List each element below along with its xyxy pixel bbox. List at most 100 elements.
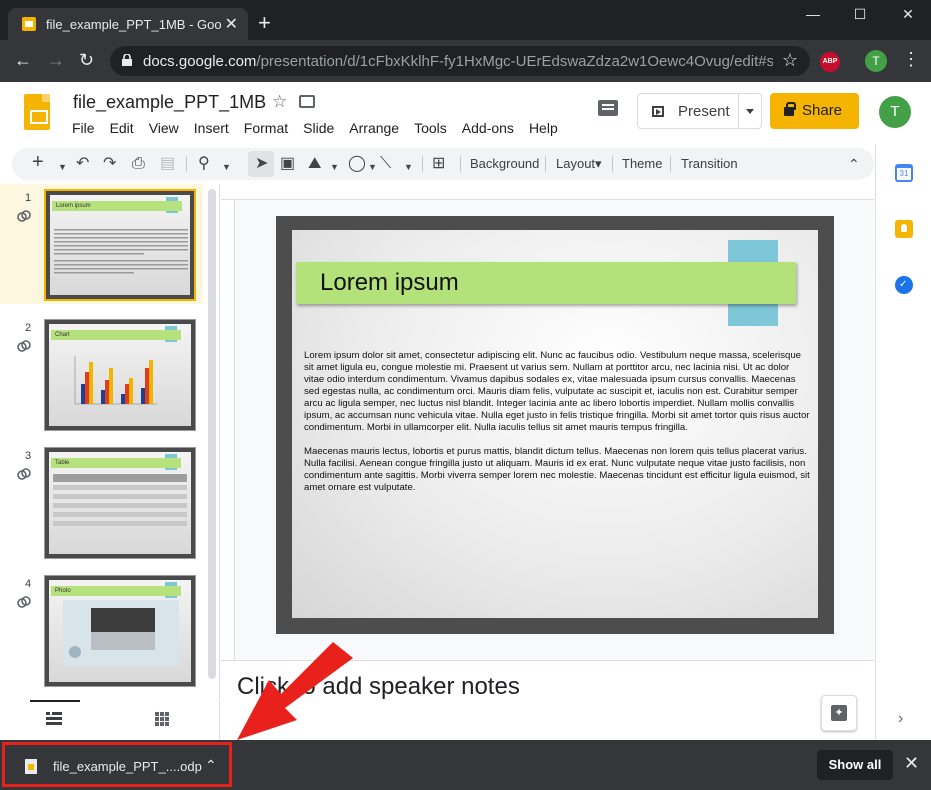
active-view-indicator	[30, 700, 80, 702]
comment-history-icon[interactable]	[598, 100, 618, 116]
menu-tools[interactable]: Tools	[414, 120, 447, 136]
share-button[interactable]: Share	[770, 93, 859, 129]
add-comment-icon[interactable]: ⊞	[432, 154, 445, 174]
select-tool[interactable]: ➤	[248, 151, 274, 177]
menu-insert[interactable]: Insert	[194, 120, 229, 136]
grid-view-icon[interactable]	[155, 712, 169, 726]
menu-help[interactable]: Help	[529, 120, 558, 136]
menu-file[interactable]: File	[72, 120, 95, 136]
share-label: Share	[802, 102, 843, 119]
present-label: Present	[678, 103, 730, 120]
filmstrip-scrollbar[interactable]	[208, 189, 216, 679]
slide-preview-body: Lorem ipsum	[50, 195, 190, 295]
star-icon[interactable]: ☆	[272, 92, 287, 112]
reload-icon[interactable]: ↻	[79, 50, 94, 70]
forward-icon[interactable]: →	[47, 50, 65, 70]
collapse-toolbar-icon[interactable]: ⌃	[848, 154, 860, 174]
download-item[interactable]: file_example_PPT_....odp ⌃	[2, 742, 232, 787]
slide-thumbnail-2[interactable]: 2 Chart	[0, 314, 203, 434]
back-icon[interactable]: ←	[14, 50, 32, 70]
transition-button[interactable]: Transition	[681, 156, 738, 171]
browser-toolbar: ← → ↻ docs.google.com/presentation/d/1cF…	[0, 40, 931, 82]
shape-icon[interactable]: ◯	[348, 154, 366, 174]
menu-edit[interactable]: Edit	[110, 120, 134, 136]
account-avatar[interactable]: T	[879, 96, 911, 128]
download-options-icon[interactable]: ⌃	[205, 757, 217, 774]
line-icon[interactable]: ⟍	[380, 154, 391, 174]
toolbar-divider	[612, 156, 613, 172]
move-folder-icon[interactable]	[299, 95, 315, 108]
maximize-icon[interactable]: ☐	[845, 6, 875, 23]
slide-preview-title: Chart	[51, 330, 181, 340]
tab-close-icon[interactable]: ✕	[225, 14, 238, 34]
lock-icon	[122, 54, 132, 66]
new-slide-icon[interactable]: +	[32, 152, 44, 172]
toolbar-divider	[422, 156, 423, 172]
slide-title[interactable]: Lorem ipsum	[320, 269, 459, 297]
download-bar-close-icon[interactable]: ✕	[904, 753, 919, 774]
slide-thumbnail-3[interactable]: 3 Table	[0, 442, 203, 562]
slide-preview-body: Photo	[49, 580, 191, 682]
menu-arrange[interactable]: Arrange	[349, 120, 399, 136]
window-close-icon[interactable]: ✕	[893, 6, 923, 23]
minimize-icon[interactable]: —	[798, 6, 828, 22]
slide-thumbnail-1[interactable]: 1 Lorem ipsum	[0, 184, 203, 304]
slide-canvas[interactable]: Lorem ipsum Lorem ipsum dolor sit amet, …	[276, 216, 834, 634]
undo-icon[interactable]: ↶	[76, 154, 89, 174]
show-all-button[interactable]: Show all	[817, 750, 893, 780]
slide-number: 1	[25, 192, 32, 204]
zoom-dropdown-icon[interactable]: ▼	[222, 157, 231, 177]
paint-format-icon[interactable]: ▤	[160, 154, 175, 174]
present-icon	[652, 106, 664, 117]
new-slide-dropdown-icon[interactable]: ▼	[58, 157, 67, 177]
keep-icon[interactable]	[895, 220, 913, 238]
text-box-icon[interactable]: ▣	[280, 154, 295, 174]
explore-icon: ✦	[831, 705, 847, 721]
list-view-icon[interactable]	[46, 712, 62, 726]
filmstrip-view-toggle	[0, 700, 220, 740]
cursor-icon: ➤	[255, 155, 269, 172]
horizontal-ruler	[221, 184, 874, 200]
browser-profile-avatar[interactable]: T	[865, 50, 887, 72]
slide-number: 2	[25, 322, 32, 334]
explore-button[interactable]: ✦	[821, 695, 857, 731]
shape-dropdown-icon[interactable]: ▼	[368, 157, 377, 177]
new-tab-icon[interactable]: +	[258, 12, 271, 34]
browser-tab-strip: file_example_PPT_1MB - Google S ✕ + — ☐ …	[0, 0, 931, 40]
browser-menu-icon[interactable]: ⋮	[902, 49, 920, 70]
print-icon[interactable]: ⎙	[132, 154, 145, 174]
line-dropdown-icon[interactable]: ▼	[404, 157, 413, 177]
redo-icon[interactable]: ↷	[103, 154, 116, 174]
present-dropdown-icon[interactable]	[746, 109, 754, 114]
slide-preview-body: Chart	[49, 324, 191, 426]
linked-slide-icon	[17, 210, 31, 222]
theme-button[interactable]: Theme	[622, 156, 662, 171]
menu-slide[interactable]: Slide	[303, 120, 334, 136]
menu-view[interactable]: View	[149, 120, 179, 136]
slide-body-text[interactable]: Lorem ipsum dolor sit amet, consectetur …	[304, 350, 810, 506]
present-button[interactable]: Present	[637, 93, 762, 129]
browser-tab[interactable]: file_example_PPT_1MB - Google S ✕	[8, 8, 248, 40]
bookmark-star-icon[interactable]: ☆	[782, 50, 798, 71]
zoom-icon[interactable]: ⚲	[198, 154, 210, 174]
background-button[interactable]: Background	[470, 156, 539, 171]
linked-slide-icon	[17, 468, 31, 480]
slides-logo-icon[interactable]	[24, 94, 50, 130]
slide-thumbnail-4[interactable]: 4 Photo	[0, 570, 203, 690]
menu-format[interactable]: Format	[244, 120, 288, 136]
menu-addons[interactable]: Add-ons	[462, 120, 514, 136]
slide-preview-title: Lorem ipsum	[52, 201, 182, 211]
expand-panel-icon[interactable]: ›	[898, 710, 903, 728]
file-icon	[25, 759, 37, 774]
layout-button[interactable]: Layout▾	[556, 156, 602, 172]
document-title[interactable]: file_example_PPT_1MB	[73, 92, 266, 113]
address-bar[interactable]: docs.google.com/presentation/d/1cFbxKklh…	[110, 46, 810, 76]
tasks-icon[interactable]: ✓	[895, 276, 913, 294]
adblock-extension-icon[interactable]: ABP	[820, 52, 840, 72]
slide-preview-title: Photo	[51, 586, 181, 596]
slide-preview-chart	[74, 356, 157, 405]
calendar-icon[interactable]: 31	[895, 164, 913, 182]
image-icon[interactable]: ⛰	[308, 154, 321, 174]
slides-app: file_example_PPT_1MB ☆ File Edit View Inser…	[0, 82, 931, 740]
image-dropdown-icon[interactable]: ▼	[330, 157, 339, 177]
